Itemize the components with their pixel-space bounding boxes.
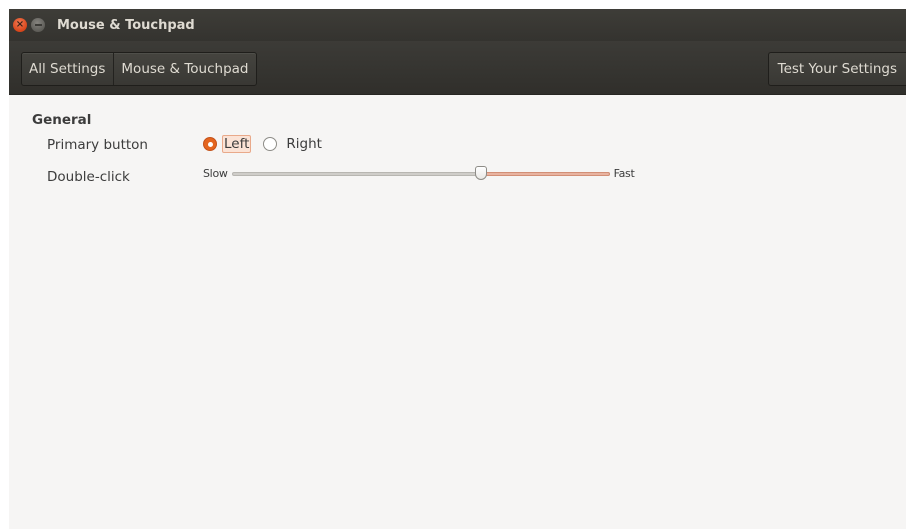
- test-your-settings-button[interactable]: Test Your Settings: [767, 52, 906, 86]
- section-title-general: General: [32, 112, 92, 128]
- close-icon[interactable]: ×: [13, 18, 27, 32]
- breadcrumb: All Settings Mouse & Touchpad: [21, 52, 258, 86]
- header-toolbar: All Settings Mouse & Touchpad Test Your …: [9, 41, 906, 95]
- window-title: Mouse & Touchpad: [57, 17, 195, 33]
- radio-right-label[interactable]: Right: [285, 135, 323, 153]
- double-click-slider: Slow Fast: [203, 166, 635, 180]
- radio-left[interactable]: Left: [203, 135, 252, 153]
- breadcrumb-all-settings[interactable]: All Settings: [22, 53, 113, 85]
- settings-window: × Mouse & Touchpad All Settings Mouse & …: [9, 9, 906, 529]
- close-glyph: ×: [15, 19, 25, 30]
- slider-track[interactable]: [231, 166, 610, 180]
- primary-button-radio-group: Left Right: [203, 135, 323, 153]
- double-click-label: Double-click: [47, 169, 130, 185]
- radio-right[interactable]: Right: [263, 135, 323, 153]
- slider-thumb[interactable]: [474, 166, 487, 180]
- radio-checked-icon[interactable]: [203, 137, 217, 151]
- radio-unchecked-icon[interactable]: [263, 137, 278, 151]
- primary-button-label: Primary button: [47, 137, 148, 153]
- slider-track-fill: [480, 172, 610, 176]
- slider-max-label: Fast: [613, 166, 635, 180]
- minimize-bar: [34, 24, 42, 26]
- title-bar: × Mouse & Touchpad: [9, 9, 906, 41]
- slider-min-label: Slow: [203, 166, 228, 180]
- minimize-icon[interactable]: [31, 18, 45, 32]
- radio-left-label[interactable]: Left: [222, 135, 252, 153]
- breadcrumb-mouse-touchpad[interactable]: Mouse & Touchpad: [113, 53, 256, 85]
